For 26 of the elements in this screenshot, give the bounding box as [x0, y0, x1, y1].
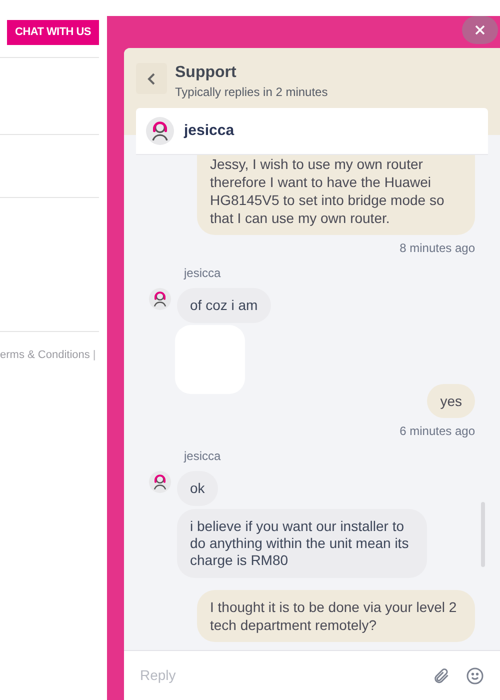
reply-field[interactable]: Reply — [124, 650, 500, 700]
user-message: I thought it is to be done via your level 2 tech department remotely? — [197, 590, 475, 642]
paperclip-icon[interactable] — [432, 666, 450, 684]
message-time: 8 minutes ago — [400, 240, 475, 257]
back-button[interactable] — [136, 63, 167, 94]
agent-message: ok — [177, 471, 218, 506]
agent-message: of coz i am — [177, 288, 271, 323]
reply-input[interactable]: Reply — [140, 665, 416, 686]
agent-avatar-icon — [149, 288, 171, 310]
sender-name: jesicca — [184, 266, 221, 280]
agent-avatar-icon — [146, 117, 174, 145]
terms-link[interactable]: erms & Conditions — [0, 347, 90, 364]
chat-with-us-button[interactable]: CHAT WITH US — [7, 20, 99, 45]
emoji-icon[interactable] — [466, 666, 484, 684]
sender-name: jesicca — [184, 449, 221, 463]
chevron-left-icon — [146, 72, 156, 84]
agent-message: i believe if you want our installer to do anything within the unit mean its charge is RM80 — [177, 509, 427, 578]
chat-subtitle: Typically replies in 2 minutes — [175, 84, 328, 101]
agent-name: jesicca — [184, 120, 234, 141]
chat-title: Support — [175, 63, 238, 83]
user-message: Jessy, I wish to use my own router therefore I want to have the Huawei HG8145V5 to set into bridge mode so that I can use my own router. — [197, 155, 475, 235]
message-time: 6 minutes ago — [400, 423, 475, 440]
user-message: yes — [427, 384, 475, 418]
footer-separator: | — [92, 348, 96, 363]
close-icon — [475, 25, 485, 35]
agent-avatar-icon — [149, 471, 171, 493]
